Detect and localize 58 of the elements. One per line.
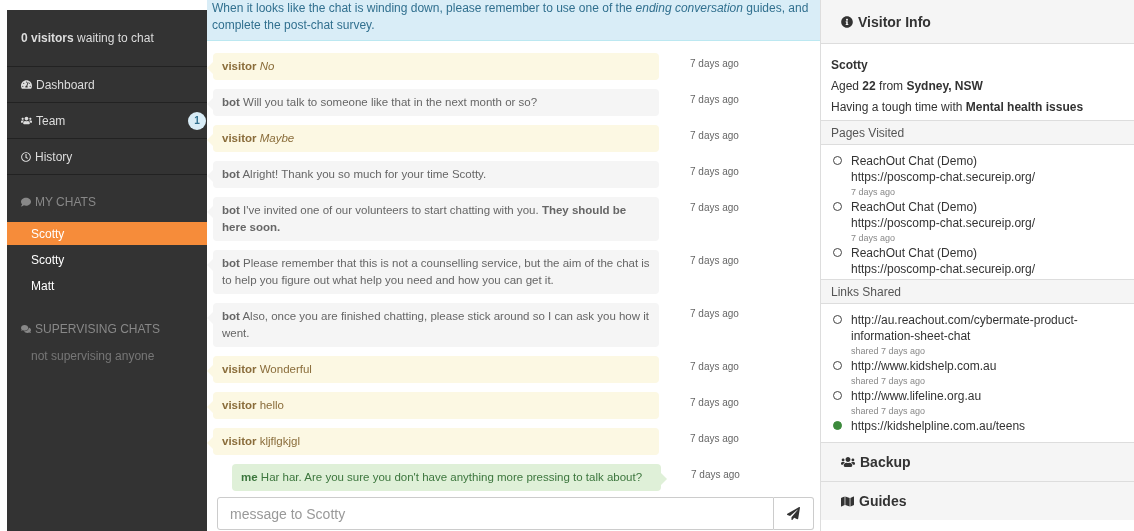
panel-header[interactable]: Backup — [821, 442, 1134, 481]
message-time: 7 days ago — [690, 397, 740, 408]
page-url: https://poscomp-chat.secureip.org/ — [851, 261, 1037, 277]
message-time: 7 days ago — [691, 469, 741, 480]
message-field[interactable]: message to Scotty — [217, 497, 774, 530]
count-badge: 1 — [188, 111, 206, 130]
speech-bubbles-icon — [21, 324, 31, 334]
message-time: 7 days ago — [690, 166, 740, 177]
shared-time: shared 7 days ago — [851, 345, 927, 358]
visitor-detail: Aged 22 from Sydney, NSW — [831, 79, 984, 93]
panel-header[interactable]: Guides — [821, 481, 1134, 520]
link-url[interactable]: http://au.reachout.com/cybermate-product-information-sheet-chat — [851, 312, 1124, 344]
team-icon — [841, 455, 855, 469]
message-time: 7 days ago — [690, 130, 740, 141]
link-url[interactable]: http://www.lifeline.org.au — [851, 388, 1124, 404]
nav-item[interactable]: Dashboard — [7, 67, 207, 103]
shared-time: shared 7 days ago — [851, 375, 927, 388]
link-url[interactable]: http://www.kidshelp.com.au — [851, 358, 1124, 374]
visit-time: 7 days ago — [851, 232, 897, 245]
link-url[interactable]: https://kidshelpline.com.au/teens — [851, 418, 1124, 434]
map-icon — [841, 494, 854, 508]
message-time: 7 days ago — [690, 202, 740, 213]
nav-item[interactable]: Team 1 — [7, 103, 207, 139]
shared-time: shared 7 days ago — [851, 405, 927, 418]
dashboard-icon — [21, 79, 32, 90]
team-icon — [21, 115, 32, 126]
page-title: ReachOut Chat (Demo) — [851, 153, 979, 169]
message-time: 7 days ago — [690, 58, 740, 69]
page-title: ReachOut Chat (Demo) — [851, 199, 979, 215]
speech-bubble-icon — [21, 197, 31, 207]
clock-icon — [21, 151, 31, 162]
waiting-status: 0 visitors waiting to chat — [21, 31, 154, 45]
page-url: https://poscomp-chat.secureip.org/ — [851, 169, 1037, 185]
visitor-detail: Having a tough time with Mental health issues — [831, 100, 1085, 114]
message-time: 7 days ago — [690, 94, 740, 105]
page-title: ReachOut Chat (Demo) — [851, 245, 979, 261]
message-time: 7 days ago — [690, 433, 740, 444]
section-header: Pages Visited — [821, 120, 1134, 145]
send-button[interactable] — [774, 497, 814, 530]
visit-time: 7 days ago — [851, 186, 897, 199]
visitor-name: Scotty — [831, 58, 869, 72]
panel-title: Guides — [859, 493, 907, 509]
chat-item[interactable]: Matt — [7, 273, 207, 299]
panel-title: Visitor Info — [858, 13, 931, 30]
section-header: MY CHATS — [7, 192, 207, 212]
chat-item[interactable]: Scotty — [7, 247, 207, 273]
send-icon — [787, 507, 800, 520]
message-time: 7 days ago — [690, 361, 740, 372]
section-header: Links Shared — [821, 279, 1134, 304]
nav-item[interactable]: History — [7, 139, 207, 175]
message-time: 7 days ago — [690, 255, 740, 266]
page-url: https://poscomp-chat.secureip.org/ — [851, 215, 1037, 231]
empty-note: not supervising anyone — [30, 349, 156, 363]
info-icon — [841, 15, 853, 28]
section-header: SUPERVISING CHATS — [7, 319, 207, 339]
notice-banner: When it looks like the chat is winding down, please remember to use one of the ending conversation guides, and complete the post-chat survey. — [207, 0, 820, 41]
panel-title: Backup — [860, 454, 911, 470]
message-time: 7 days ago — [690, 308, 740, 319]
